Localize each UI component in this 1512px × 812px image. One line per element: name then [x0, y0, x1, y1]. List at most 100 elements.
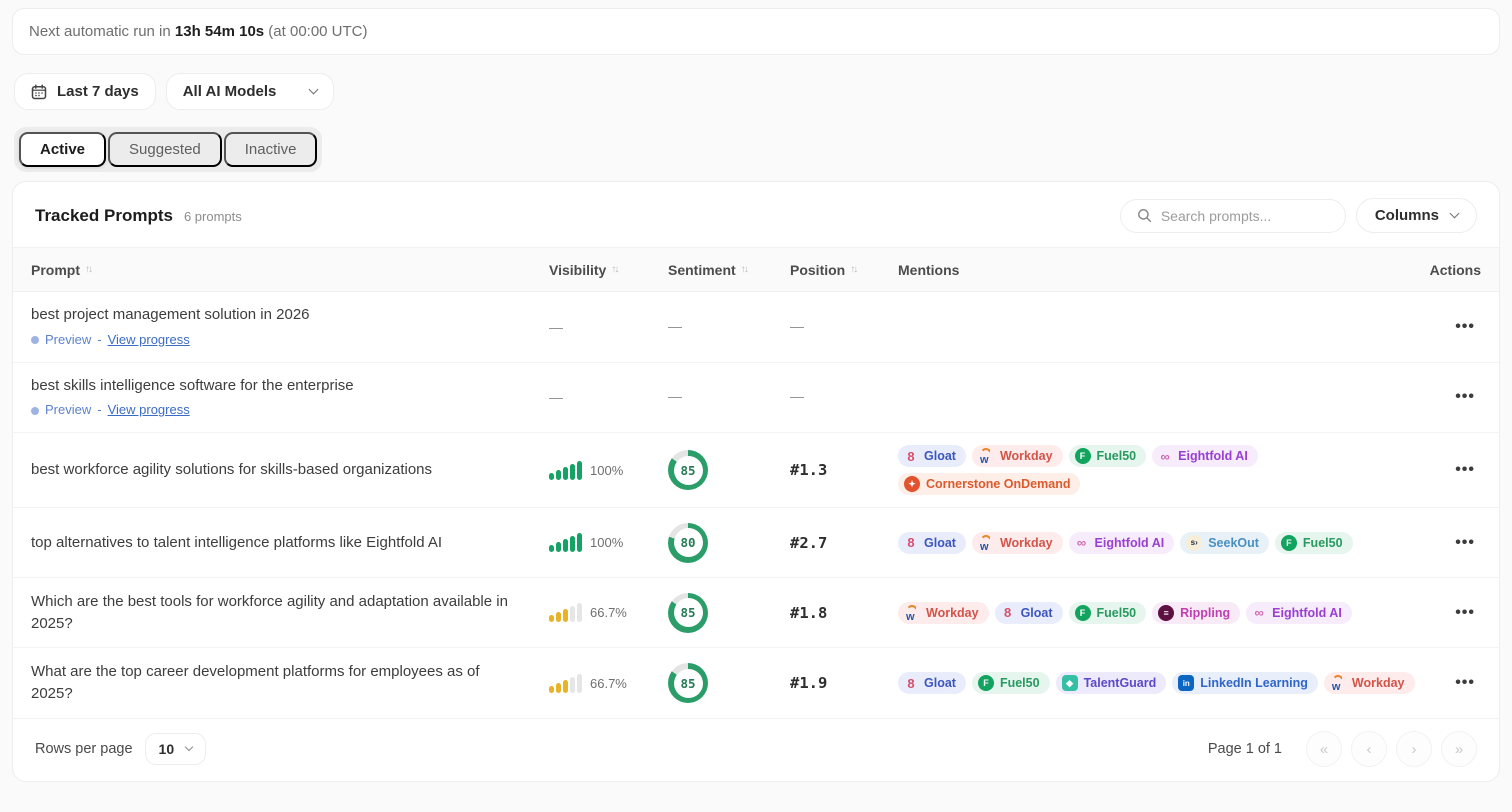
mention-label: Eightfold AI — [1272, 606, 1342, 620]
row-actions-button[interactable]: ••• — [1449, 388, 1481, 406]
columns-dropdown[interactable]: Columns — [1356, 198, 1477, 233]
fuel50-icon: F — [1075, 448, 1091, 464]
empty-value: — — [668, 388, 682, 404]
mention-badge[interactable]: inLinkedIn Learning — [1172, 672, 1318, 694]
mention-badge[interactable]: wWorkday — [898, 602, 989, 624]
mention-badge[interactable]: wWorkday — [972, 445, 1063, 467]
visibility-cell: 100% — [549, 461, 668, 480]
mention-badge[interactable]: ◆TalentGuard — [1056, 672, 1167, 694]
row-actions-button[interactable]: ••• — [1449, 674, 1481, 692]
preview-separator: - — [97, 401, 101, 420]
mentions-cell: 8Gloat FFuel50 ◆TalentGuardinLinkedIn Lear… — [898, 672, 1425, 694]
column-header-visibility[interactable]: Visibility↑↓ — [549, 262, 668, 278]
mention-badge[interactable]: 8Gloat — [995, 602, 1063, 624]
last-page-button[interactable]: » — [1441, 731, 1477, 767]
column-header-position[interactable]: Position↑↓ — [790, 262, 898, 278]
mention-badge[interactable]: s›SeekOut — [1180, 532, 1269, 554]
actions-cell: ••• — [1425, 461, 1481, 479]
empty-value: — — [668, 318, 682, 334]
mention-badge[interactable]: wWorkday — [1324, 672, 1415, 694]
view-progress-link[interactable]: View progress — [108, 401, 190, 420]
date-range-button[interactable]: Last 7 days — [14, 73, 156, 110]
column-header-sentiment[interactable]: Sentiment↑↓ — [668, 262, 790, 278]
mention-badge[interactable]: FFuel50 — [1069, 602, 1147, 624]
mention-badge[interactable]: ∞Eightfold AI — [1069, 532, 1175, 554]
next-run-banner: Next automatic run in 13h 54m 10s (at 00… — [12, 8, 1500, 55]
table-footer: Rows per page 10 Page 1 of 1 «‹›» — [13, 718, 1499, 781]
previous-page-button[interactable]: ‹ — [1351, 731, 1387, 767]
actions-cell: ••• — [1425, 604, 1481, 622]
row-actions-button[interactable]: ••• — [1449, 318, 1481, 336]
workday-icon: w — [978, 448, 994, 464]
mention-badge[interactable]: 8Gloat — [898, 532, 966, 554]
preview-label: Preview — [45, 331, 91, 350]
mention-label: Gloat — [1021, 606, 1053, 620]
mention-badge[interactable]: FFuel50 — [1275, 532, 1353, 554]
sentiment-donut: 80 — [668, 523, 708, 563]
mention-badge[interactable]: 8Gloat — [898, 672, 966, 694]
rows-per-page-label: Rows per page — [35, 741, 133, 757]
mention-label: Cornerstone OnDemand — [926, 477, 1070, 491]
cornerstone-ondemand-icon: ✦ — [904, 476, 920, 492]
column-header-mentions: Mentions — [898, 262, 1425, 278]
first-page-button[interactable]: « — [1306, 731, 1342, 767]
eightfold-ai-icon: ∞ — [1158, 449, 1172, 464]
empty-value: — — [790, 388, 804, 404]
column-header-prompt[interactable]: Prompt↑↓ — [31, 262, 549, 278]
page: Next automatic run in 13h 54m 10s (at 00… — [0, 0, 1512, 812]
mention-label: Workday — [1000, 536, 1053, 550]
mention-label: Fuel50 — [1097, 449, 1137, 463]
empty-value: — — [549, 389, 563, 405]
next-page-button[interactable]: › — [1396, 731, 1432, 767]
prompt-cell: best workforce agility solutions for ski… — [31, 459, 549, 481]
visibility-bars-icon — [549, 674, 582, 693]
mention-badge[interactable]: wWorkday — [972, 532, 1063, 554]
sentiment-cell: — — [668, 318, 790, 336]
mention-badge[interactable]: ∞Eightfold AI — [1152, 445, 1258, 467]
columns-label: Columns — [1375, 207, 1439, 224]
sentiment-score: 85 — [674, 456, 703, 485]
view-progress-link[interactable]: View progress — [108, 331, 190, 350]
mention-badge[interactable]: ∞Eightfold AI — [1246, 602, 1352, 624]
position-cell: — — [790, 388, 898, 406]
seekout-icon: s› — [1186, 535, 1202, 551]
sort-icon: ↑↓ — [611, 264, 617, 275]
prompt-text: best skills intelligence software for th… — [31, 375, 519, 397]
search-input[interactable] — [1161, 208, 1329, 224]
mention-badge[interactable]: ≡Rippling — [1152, 602, 1240, 624]
search-box[interactable] — [1120, 199, 1346, 233]
card-header: Tracked Prompts 6 prompts Columns — [13, 182, 1499, 247]
preview-dot-icon — [31, 407, 39, 415]
table-row: best project management solution in 2026… — [13, 292, 1499, 363]
gloat-icon: 8 — [904, 676, 918, 691]
ai-models-dropdown[interactable]: All AI Models — [166, 73, 335, 110]
mention-badge[interactable]: ✦ Cornerstone OnDemand — [898, 473, 1080, 495]
prompt-count: 6 prompts — [184, 209, 242, 224]
linkedin-learning-icon: in — [1178, 675, 1194, 691]
visibility-percent: 66.7% — [590, 605, 627, 620]
visibility-percent: 100% — [590, 535, 623, 550]
mention-label: Workday — [926, 606, 979, 620]
tab-inactive[interactable]: Inactive — [224, 132, 318, 167]
table-body: best project management solution in 2026… — [13, 292, 1499, 718]
sort-icon: ↑↓ — [741, 264, 747, 275]
visibility-bars-icon — [549, 603, 582, 622]
prompt-text: top alternatives to talent intelligence … — [31, 532, 519, 554]
row-actions-button[interactable]: ••• — [1449, 534, 1481, 552]
tab-active[interactable]: Active — [19, 132, 106, 167]
preview-status: Preview-View progress — [31, 401, 519, 420]
mention-label: Gloat — [924, 449, 956, 463]
mention-badge[interactable]: FFuel50 — [972, 672, 1050, 694]
sentiment-cell: 80 — [668, 523, 790, 563]
tab-suggested[interactable]: Suggested — [108, 132, 222, 167]
mention-label: Eightfold AI — [1095, 536, 1165, 550]
position-cell: — — [790, 318, 898, 336]
mention-badge[interactable]: F Fuel50 — [1069, 445, 1147, 467]
prompt-text: What are the top career development plat… — [31, 661, 519, 705]
actions-cell: ••• — [1425, 388, 1481, 406]
row-actions-button[interactable]: ••• — [1449, 461, 1481, 479]
row-actions-button[interactable]: ••• — [1449, 604, 1481, 622]
rows-per-page-select[interactable]: 10 — [145, 733, 207, 765]
mention-badge[interactable]: 8Gloat — [898, 445, 966, 467]
column-label: Position — [790, 262, 845, 278]
